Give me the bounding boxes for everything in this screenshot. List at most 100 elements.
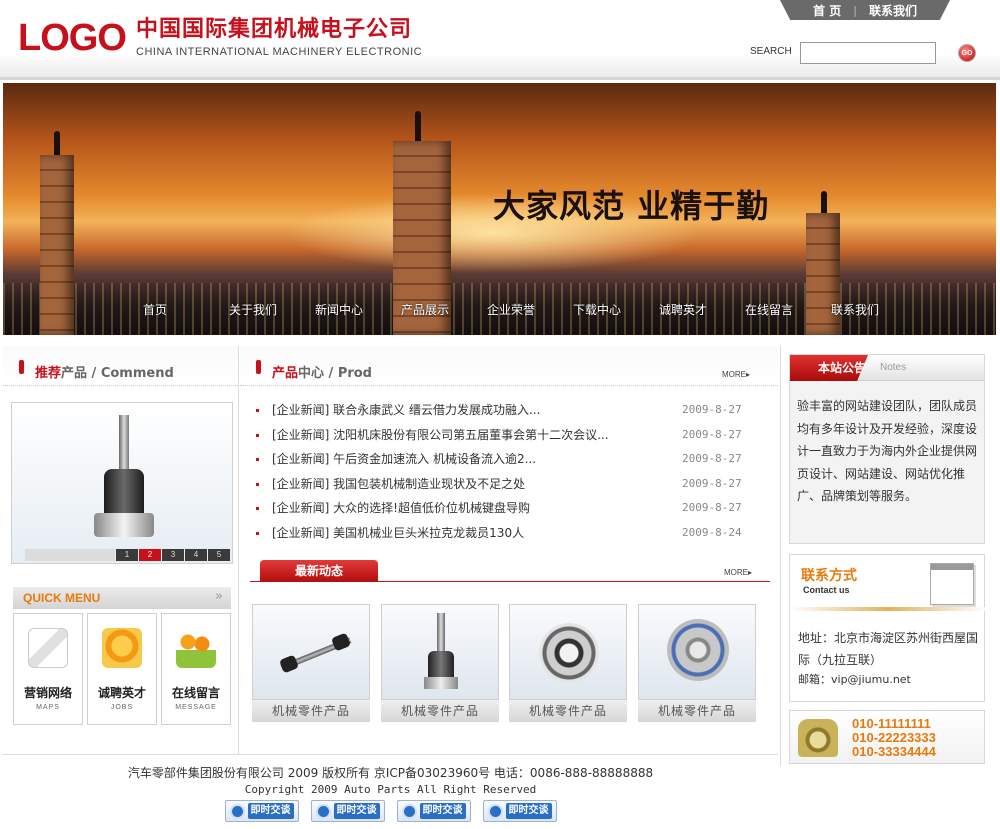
phone-number: 010-22223333 <box>852 730 936 745</box>
main-nav-contact[interactable]: 联系我们 <box>831 301 917 318</box>
news-date: 2009-8-27 <box>682 501 742 515</box>
notice-panel: 本站公告 Notes 验丰富的网站建设团队，团队成员均有多年设计及开发经验，深度… <box>789 354 985 544</box>
pager-button-2[interactable]: 2 <box>139 549 161 561</box>
quick-menu-item-message[interactable]: 在线留言 MESSAGE <box>161 613 231 725</box>
recommend-slideshow[interactable]: 1 2 3 4 5 <box>11 402 233 564</box>
hero-banner: 大家风范 业精于勤 首页 关于我们 新闻中心 产品展示 企业荣誉 下载中心 诚聘… <box>3 83 996 335</box>
news-title[interactable]: [企业新闻] 沈阳机床股份有限公司第五届董事会第十二次会议... <box>272 423 609 448</box>
notice-header: 本站公告 Notes <box>790 355 984 381</box>
latest-news-header: 最新动态 MORE▸ <box>250 560 770 582</box>
search-label: SEARCH <box>750 46 792 57</box>
products-center-header: 产品中心 / Prod MORE▸ <box>240 346 778 386</box>
pager-button-3[interactable]: 3 <box>162 549 184 561</box>
right-column: 本站公告 Notes 验丰富的网站建设团队，团队成员均有多年设计及开发经验，深度… <box>780 346 996 766</box>
site-footer: 汽车零部件集团股份有限公司 2009 版权所有 京ICP备03023960号 电… <box>3 754 778 829</box>
news-title[interactable]: [企业新闻] 大众的选择!超值低价位机械键盘导购 <box>272 496 530 521</box>
main-nav-message[interactable]: 在线留言 <box>745 301 831 318</box>
footer-copyright-en: Copyright 2009 Auto Parts All Right Rese… <box>244 783 537 796</box>
bullet-icon <box>256 433 259 437</box>
chat-icon <box>487 804 503 819</box>
document-pen-icon <box>28 628 68 668</box>
contact-email[interactable]: 邮箱：vip@jiumu.net <box>798 671 911 687</box>
main-nav-jobs[interactable]: 诚聘英才 <box>659 301 745 318</box>
top-nav-home[interactable]: 首 页 <box>813 2 841 19</box>
chat-label: 即时交谈 <box>247 803 294 819</box>
pager-button-4[interactable]: 4 <box>185 549 207 561</box>
contact-address: 地址：北京市海淀区苏州街西屋国际（九拉互联） <box>798 631 979 667</box>
chat-icon <box>315 804 331 819</box>
bullet-icon <box>256 507 259 511</box>
chat-button[interactable]: 即时交谈 <box>482 800 557 822</box>
quick-menu-item-jobs[interactable]: 诚聘英才 JOBS <box>87 613 157 725</box>
chat-label: 即时交谈 <box>505 803 552 819</box>
latest-more-link[interactable]: MORE▸ <box>724 568 752 577</box>
list-item[interactable]: [企业新闻] 联合永康武义 缙云借力发展成功融入... 2009-8-27 <box>256 398 766 423</box>
search-input[interactable] <box>800 42 936 64</box>
quick-menu-label-en: MAPS <box>36 704 60 711</box>
site-logo[interactable]: LOGO <box>18 18 127 58</box>
hub-disc <box>667 619 729 681</box>
latest-news-tab[interactable]: 最新动态 <box>260 560 378 582</box>
people-book-icon <box>176 628 216 668</box>
product-caption: 机械零件产品 <box>381 700 499 722</box>
main-nav-downloads[interactable]: 下载中心 <box>573 301 659 318</box>
product-caption: 机械零件产品 <box>509 700 627 722</box>
product-image-driveshaft[interactable] <box>252 604 370 700</box>
product-card[interactable]: 机械零件产品 <box>381 604 499 724</box>
news-date: 2009-8-24 <box>682 525 742 539</box>
pager-button-5[interactable]: 5 <box>208 549 230 561</box>
pager-button-1[interactable]: 1 <box>116 549 138 561</box>
notice-title: 本站公告 <box>790 355 868 381</box>
product-card[interactable]: 机械零件产品 <box>509 604 627 724</box>
product-image-bearing[interactable] <box>509 604 627 700</box>
news-date: 2009-8-27 <box>682 476 742 490</box>
chat-button[interactable]: 即时交谈 <box>310 800 385 822</box>
main-nav-products[interactable]: 产品展示 <box>401 301 487 318</box>
search-go-button[interactable]: GO <box>958 44 976 62</box>
bearing-ring <box>539 623 599 683</box>
news-title[interactable]: [企业新闻] 午后资金加速流入 机械设备流入逾2... <box>272 447 536 472</box>
quick-menu-title: QUICK MENU <box>23 591 101 605</box>
company-name-cn: 中国国际集团机械电子公司 <box>136 17 413 42</box>
product-image-wheel-hub[interactable] <box>638 604 756 700</box>
list-item[interactable]: [企业新闻] 午后资金加速流入 机械设备流入逾2... 2009-8-27 <box>256 447 766 472</box>
products-more-link[interactable]: MORE▸ <box>722 370 750 379</box>
main-nav-home[interactable]: 首页 <box>143 301 229 318</box>
quick-menu-item-maps[interactable]: 营销网络 MAPS <box>13 613 83 725</box>
news-title[interactable]: [企业新闻] 我国包装机械制造业现状及不足之处 <box>272 472 525 497</box>
list-item[interactable]: [企业新闻] 我国包装机械制造业现状及不足之处 2009-8-27 <box>256 472 766 497</box>
middle-column: 产品中心 / Prod MORE▸ [企业新闻] 联合永康武义 缙云借力发展成功… <box>240 346 778 754</box>
telephone-icon <box>798 719 838 757</box>
section-marker-icon <box>256 360 261 374</box>
main-nav-honors[interactable]: 企业荣誉 <box>487 301 573 318</box>
chat-icon <box>229 804 245 819</box>
main-nav-about[interactable]: 关于我们 <box>229 301 315 318</box>
chat-label: 即时交谈 <box>419 803 466 819</box>
calendar-icon <box>930 563 974 605</box>
cv-joint-cup-image <box>94 513 154 537</box>
contact-divider <box>790 607 986 611</box>
section-marker-icon <box>19 360 24 374</box>
banner-figure <box>821 191 827 213</box>
top-nav-contact[interactable]: 联系我们 <box>869 2 917 19</box>
quick-menu-label: 营销网络 <box>23 686 72 700</box>
footer-copyright-cn: 汽车零部件集团股份有限公司 2009 版权所有 京ICP备03023960号 电… <box>127 766 654 780</box>
cv-joint-shaft-image <box>119 415 129 469</box>
recommend-title: 推荐产品 / Commend <box>35 362 174 381</box>
banner-figure <box>54 131 60 155</box>
list-item[interactable]: [企业新闻] 大众的选择!超值低价位机械键盘导购 2009-8-27 <box>256 496 766 521</box>
news-title[interactable]: [企业新闻] 联合永康武义 缙云借力发展成功融入... <box>272 398 540 423</box>
chat-button[interactable]: 即时交谈 <box>396 800 471 822</box>
list-item[interactable]: [企业新闻] 沈阳机床股份有限公司第五届董事会第十二次会议... 2009-8-2… <box>256 423 766 448</box>
phone-panel: 010-11111111 010-22223333 010-33334444 <box>789 710 985 764</box>
quick-menu-label: 在线留言 <box>171 686 220 700</box>
main-nav-news[interactable]: 新闻中心 <box>315 301 401 318</box>
product-card[interactable]: 机械零件产品 <box>638 604 756 724</box>
product-image-cv-joint[interactable] <box>381 604 499 700</box>
product-card[interactable]: 机械零件产品 <box>252 604 370 724</box>
chat-button[interactable]: 即时交谈 <box>224 800 299 822</box>
cv-joint-boot-image <box>104 469 144 519</box>
list-item[interactable]: [企业新闻] 美国机械业巨头米拉克龙裁员130人 2009-8-24 <box>256 521 766 546</box>
news-title[interactable]: [企业新闻] 美国机械业巨头米拉克龙裁员130人 <box>272 521 524 546</box>
products-center-title-gray: 中心 / Prod <box>298 366 372 381</box>
